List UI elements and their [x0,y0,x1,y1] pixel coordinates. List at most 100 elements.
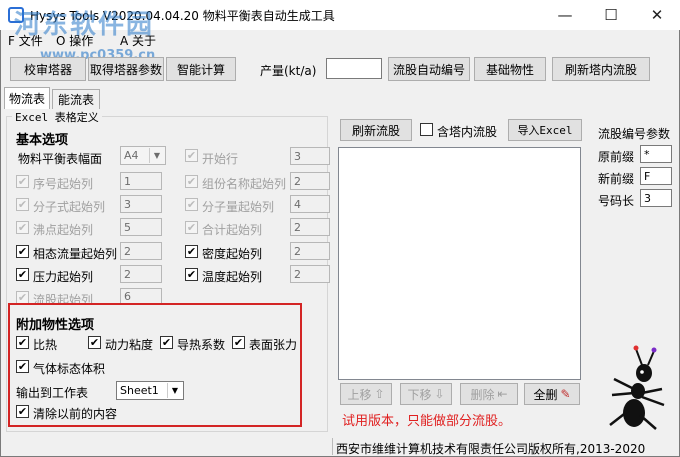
validate-tower-button[interactable]: 校审塔器 [10,57,86,81]
bp-col-label: 沸点起始列 [33,223,94,237]
total-col-checkbox[interactable]: ✔ [185,221,198,234]
capacity-label: 产量(kt/a) [260,64,317,78]
ant-mascot-icon [609,345,665,430]
pressure-col-label: 压力起始列 [33,270,94,284]
move-down-button[interactable]: 下移 ⇩ [400,383,452,405]
close-button[interactable]: ✕ [634,0,680,30]
number-length-input[interactable]: 3 [640,189,672,207]
mw-col-input[interactable]: 4 [290,195,330,213]
excel-group-title: Excel 表格定义 [12,109,102,125]
delete-all-button[interactable]: 全删 ✎ [524,383,580,405]
chevron-down-icon: ▼ [149,148,164,163]
pressure-col-input[interactable]: 2 [120,265,162,283]
menu-operations[interactable]: O 操作 [56,32,93,49]
formula-col-checkbox[interactable]: ✔ [16,198,29,211]
clear-previous-checkbox[interactable]: ✔ [16,405,29,418]
conductivity-checkbox[interactable]: ✔ [160,336,173,349]
start-row-checkbox[interactable]: ✔ [185,149,198,162]
chevron-down-icon: ▼ [167,383,182,398]
total-col-input[interactable]: 2 [290,218,330,236]
temp-col-input[interactable]: 2 [290,265,330,283]
old-prefix-label: 原前缀 [598,150,635,164]
total-col-label: 合计起始列 [202,223,263,237]
delete-icon: ⇤ [497,387,508,401]
copyright-text: 西安市维维计算机技术有限责任公司版权所有,2013-2020 [336,442,646,456]
menu-about[interactable]: A 关于 [120,32,156,49]
seq-col-checkbox[interactable]: ✔ [16,175,29,188]
stream-col-input[interactable]: 6 [120,288,162,304]
specific-heat-checkbox[interactable]: ✔ [16,336,29,349]
output-sheet-label: 输出到工作表 [16,386,89,400]
specific-heat-label: 比热 [33,338,58,352]
auto-number-button[interactable]: 流股自动编号 [388,57,470,81]
mw-col-checkbox[interactable]: ✔ [185,198,198,211]
status-divider [332,438,333,455]
page-size-value: A4 [124,149,139,162]
move-up-button[interactable]: 上移 ⇧ [340,383,392,405]
formula-col-input[interactable]: 3 [120,195,162,213]
output-sheet-select[interactable]: Sheet1 ▼ [116,381,184,400]
rel-flow-col-input[interactable]: 2 [120,242,162,260]
include-tower-checkbox[interactable] [420,123,433,136]
new-prefix-input[interactable]: F [640,167,672,185]
numbering-title: 流股编号参数 [598,127,671,141]
bp-col-input[interactable]: 5 [120,218,162,236]
surface-tension-label: 表面张力 [249,338,298,352]
move-down-label: 下移 [407,387,432,402]
page-size-select[interactable]: A4 ▼ [120,146,166,165]
seq-col-label: 序号起始列 [33,177,94,191]
tab-stream-table[interactable]: 物流表 [4,87,50,109]
old-prefix-input[interactable]: * [640,145,672,163]
gas-volume-checkbox[interactable]: ✔ [16,360,29,373]
comp-name-col-checkbox[interactable]: ✔ [185,175,198,188]
menu-bar [0,30,680,50]
conductivity-label: 导热系数 [177,338,226,352]
trial-notice: 试用版本，只能做部分流股。 [342,414,512,429]
density-col-input[interactable]: 2 [290,242,330,260]
extra-options-header: 附加物性选项 [16,318,95,333]
clear-previous-label: 清除以前的内容 [33,407,118,421]
new-prefix-label: 新前缀 [598,172,635,186]
seq-col-input[interactable]: 1 [120,172,162,190]
tab-energy-table[interactable]: 能流表 [52,89,100,109]
brush-icon: ✎ [560,387,571,401]
viscosity-checkbox[interactable]: ✔ [88,336,101,349]
surface-tension-checkbox[interactable]: ✔ [232,336,245,349]
delete-label: 删除 [470,387,495,402]
delete-button[interactable]: 删除 ⇤ [460,383,518,405]
page-size-label: 物料平衡表幅面 [18,152,103,166]
refresh-tower-streams-button[interactable]: 刷新塔内流股 [552,57,650,81]
temp-col-checkbox[interactable]: ✔ [185,268,198,281]
pressure-col-checkbox[interactable]: ✔ [16,268,29,281]
move-up-label: 上移 [347,387,372,402]
formula-col-label: 分子式起始列 [33,200,106,214]
smart-calc-button[interactable]: 智能计算 [166,57,236,81]
capacity-input[interactable] [326,58,382,79]
output-sheet-value: Sheet1 [120,384,159,397]
stream-list[interactable] [338,147,581,380]
comp-name-col-input[interactable]: 2 [290,172,330,190]
start-row-input[interactable]: 3 [290,147,330,165]
gas-volume-label: 气体标态体积 [33,362,106,376]
get-tower-params-button[interactable]: 取得塔器参数 [88,57,164,81]
rel-flow-col-label: 相态流量起始列 [33,247,118,261]
comp-name-col-label: 组份名称起始列 [202,177,287,191]
delete-all-label: 全删 [533,387,558,402]
minimize-button[interactable]: — [542,0,588,30]
density-col-label: 密度起始列 [202,247,263,261]
menu-file[interactable]: F 文件 [8,32,43,49]
bp-col-checkbox[interactable]: ✔ [16,221,29,234]
maximize-button[interactable]: ☐ [588,0,634,30]
mw-col-label: 分子量起始列 [202,200,275,214]
density-col-checkbox[interactable]: ✔ [185,245,198,258]
rel-flow-col-checkbox[interactable]: ✔ [16,245,29,258]
basic-props-button[interactable]: 基础物性 [474,57,546,81]
arrow-down-icon: ⇩ [434,387,445,401]
start-row-label: 开始行 [202,152,239,166]
number-length-label: 号码长 [598,194,635,208]
temp-col-label: 温度起始列 [202,270,263,284]
refresh-streams-button[interactable]: 刷新流股 [340,119,412,141]
import-excel-button[interactable]: 导入Excel [508,119,582,141]
arrow-up-icon: ⇧ [374,387,385,401]
viscosity-label: 动力粘度 [105,338,154,352]
